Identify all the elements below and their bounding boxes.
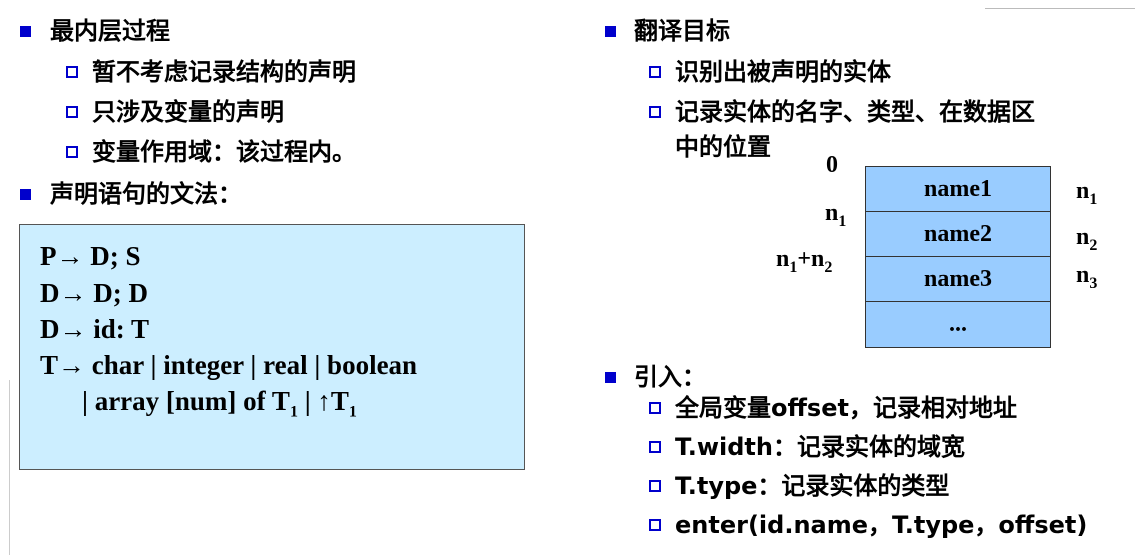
grammar-rule: P→ D; S — [40, 241, 141, 271]
left-sub-item: 变量作用域：该过程内。 — [92, 138, 356, 166]
grammar-rule: D→ D; D — [40, 278, 148, 308]
hollow-square-icon — [649, 106, 661, 118]
intro-item: T.type：记录实体的类型 — [675, 472, 950, 500]
hollow-square-icon — [649, 402, 661, 414]
left-sub-item: 暂不考虑记录结构的声明 — [92, 58, 356, 86]
intro-item: enter(id.name，T.type，offset) — [675, 511, 1088, 539]
right-sub-item: 识别出被声明的实体 — [675, 58, 891, 86]
width-label: n3 — [1076, 262, 1098, 292]
offset-label-n1-plus-n2: n1+n2 — [776, 246, 833, 276]
intro-item: T.width：记录实体的域宽 — [675, 433, 965, 461]
memory-cell: name1 — [866, 167, 1050, 212]
hollow-square-icon — [66, 146, 78, 158]
square-bullet-icon — [605, 372, 616, 383]
offset-label-n1: n1 — [825, 200, 847, 230]
left-edge-line — [9, 380, 10, 555]
memory-cell: ... — [949, 311, 967, 337]
hollow-square-icon — [649, 519, 661, 531]
grammar-rule: D→ id: T — [40, 314, 150, 344]
memory-cell: name3 — [866, 257, 1050, 302]
heading-introduce: 引入： — [634, 363, 706, 391]
square-bullet-icon — [20, 26, 31, 37]
memory-layout-table: name1 name2 name3 ... — [865, 166, 1051, 348]
intro-item: 全局变量offset，记录相对地址 — [675, 394, 1017, 422]
width-label: n1 — [1076, 178, 1098, 208]
grammar-box: P→ D; S D→ D; D D→ id: T T→ char | integ… — [19, 224, 525, 470]
heading-innermost-procedure: 最内层过程 — [50, 17, 170, 45]
grammar-rule-array: | array [num] of T1 | ↑T1 — [82, 386, 357, 421]
right-sub-item-cont: 中的位置 — [675, 133, 771, 161]
width-label: n2 — [1076, 224, 1098, 254]
square-bullet-icon — [20, 189, 31, 200]
left-sub-item: 只涉及变量的声明 — [92, 98, 284, 126]
hollow-square-icon — [649, 441, 661, 453]
offset-label-zero: 0 — [826, 152, 838, 178]
square-bullet-icon — [605, 26, 616, 37]
right-sub-item: 记录实体的名字、类型、在数据区 — [675, 98, 1035, 126]
heading-translation-goal: 翻译目标 — [634, 17, 730, 45]
memory-cell: name2 — [866, 212, 1050, 257]
top-divider — [985, 8, 1135, 9]
grammar-rule: T→ char | integer | real | boolean — [40, 350, 418, 380]
heading-grammar: 声明语句的文法： — [50, 180, 242, 208]
hollow-square-icon — [649, 480, 661, 492]
hollow-square-icon — [66, 106, 78, 118]
hollow-square-icon — [649, 66, 661, 78]
up-arrow-icon: ↑ — [317, 386, 331, 416]
hollow-square-icon — [66, 66, 78, 78]
